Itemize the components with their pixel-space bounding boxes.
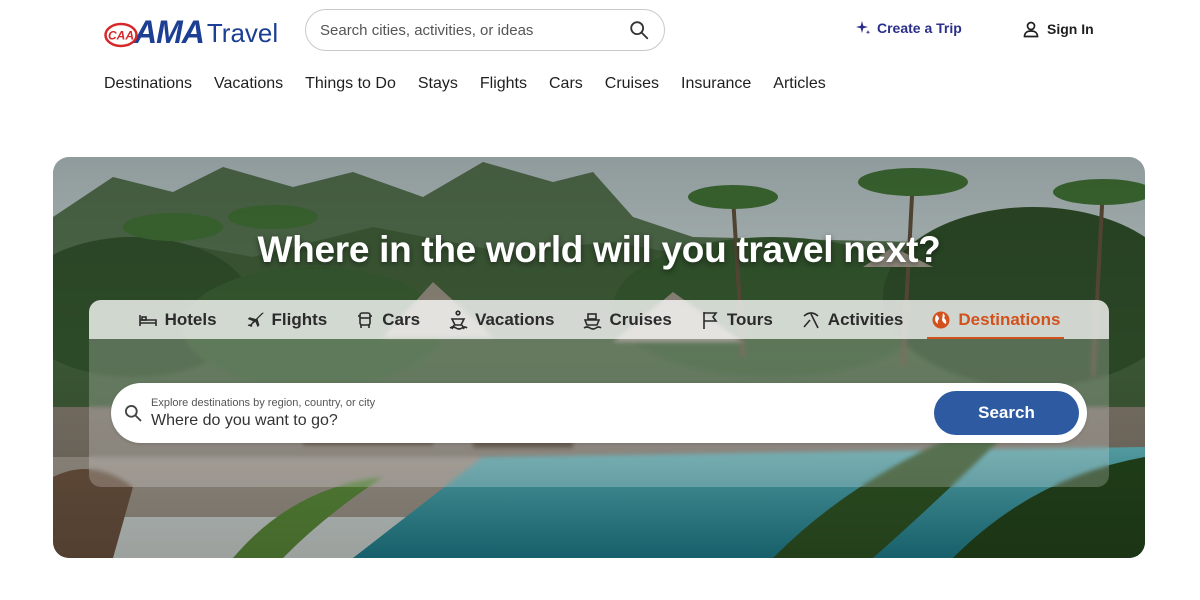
caa-ama-travel-logo[interactable]: CAA AMA Travel bbox=[104, 14, 278, 48]
nav-flights[interactable]: Flights bbox=[480, 75, 527, 93]
destination-field-label: Explore destinations by region, country,… bbox=[151, 396, 376, 409]
sign-in-link[interactable]: Sign In bbox=[1022, 20, 1094, 38]
destination-fields: Explore destinations by region, country,… bbox=[151, 397, 934, 430]
car-icon bbox=[358, 311, 373, 328]
hero-title: Where in the world will you travel next? bbox=[257, 229, 941, 270]
tab-destinations-label: Destinations bbox=[958, 309, 1061, 329]
nav-vacations[interactable]: Vacations bbox=[214, 75, 283, 93]
tab-flights[interactable]: Flights bbox=[241, 300, 332, 339]
logo-ama-text: AMA bbox=[134, 14, 205, 50]
logo-travel-text: Travel bbox=[206, 18, 279, 48]
tab-cruises-label: Cruises bbox=[609, 309, 672, 329]
search-panel: Hotels Flights Cars Vacations Cruises To… bbox=[89, 300, 1109, 487]
nav-articles[interactable]: Articles bbox=[773, 75, 825, 93]
sign-in-label: Sign In bbox=[1047, 21, 1094, 37]
caa-logo-icon: CAA bbox=[104, 22, 138, 48]
search-button[interactable]: Search bbox=[934, 391, 1079, 435]
tab-cars[interactable]: Cars bbox=[351, 300, 424, 339]
tab-cars-label: Cars bbox=[382, 309, 421, 329]
tab-activities[interactable]: Activities bbox=[797, 300, 908, 339]
tab-destinations[interactable]: Destinations bbox=[927, 300, 1065, 339]
hero-banner: Where in the world will you travel next?… bbox=[53, 157, 1145, 558]
site-search-input[interactable] bbox=[320, 21, 628, 39]
pickaxe-icon bbox=[803, 311, 819, 328]
nav-insurance[interactable]: Insurance bbox=[681, 75, 751, 93]
tab-vacations[interactable]: Vacations bbox=[444, 300, 558, 339]
bed-icon bbox=[138, 314, 157, 326]
search-tabs: Hotels Flights Cars Vacations Cruises To… bbox=[89, 300, 1109, 339]
tab-activities-label: Activities bbox=[827, 309, 904, 329]
tab-hotels[interactable]: Hotels bbox=[134, 300, 221, 339]
destination-input[interactable] bbox=[151, 411, 934, 430]
destination-search-box[interactable]: Explore destinations by region, country,… bbox=[111, 383, 1087, 443]
logo-caa-text: CAA bbox=[108, 29, 134, 43]
tab-hotels-label: Hotels bbox=[164, 309, 217, 329]
user-icon bbox=[1023, 21, 1039, 38]
search-icon[interactable] bbox=[628, 19, 650, 41]
nav-cruises[interactable]: Cruises bbox=[605, 75, 659, 93]
tab-vacations-label: Vacations bbox=[475, 309, 555, 329]
beach-chair-icon bbox=[449, 309, 468, 330]
nav-cars[interactable]: Cars bbox=[549, 75, 583, 93]
nav-things-to-do[interactable]: Things to Do bbox=[305, 75, 396, 93]
site-header: CAA AMA Travel Create a Trip Sign In Des… bbox=[0, 0, 1200, 110]
main-navigation: Destinations Vacations Things to Do Stay… bbox=[104, 75, 826, 93]
search-icon bbox=[125, 405, 142, 422]
tab-tours[interactable]: Tours bbox=[696, 300, 777, 339]
site-search-box[interactable] bbox=[305, 9, 665, 51]
sparkle-icon bbox=[856, 21, 871, 35]
create-trip-label: Create a Trip bbox=[877, 20, 962, 36]
create-trip-link[interactable]: Create a Trip bbox=[855, 20, 962, 36]
nav-stays[interactable]: Stays bbox=[418, 75, 458, 93]
tab-flights-label: Flights bbox=[271, 309, 328, 329]
tab-cruises[interactable]: Cruises bbox=[578, 300, 675, 339]
tab-tours-label: Tours bbox=[726, 309, 773, 329]
flag-icon bbox=[703, 311, 718, 329]
nav-destinations[interactable]: Destinations bbox=[104, 75, 192, 93]
ship-icon bbox=[584, 312, 603, 330]
plane-icon bbox=[247, 312, 264, 327]
globe-icon bbox=[932, 311, 950, 328]
